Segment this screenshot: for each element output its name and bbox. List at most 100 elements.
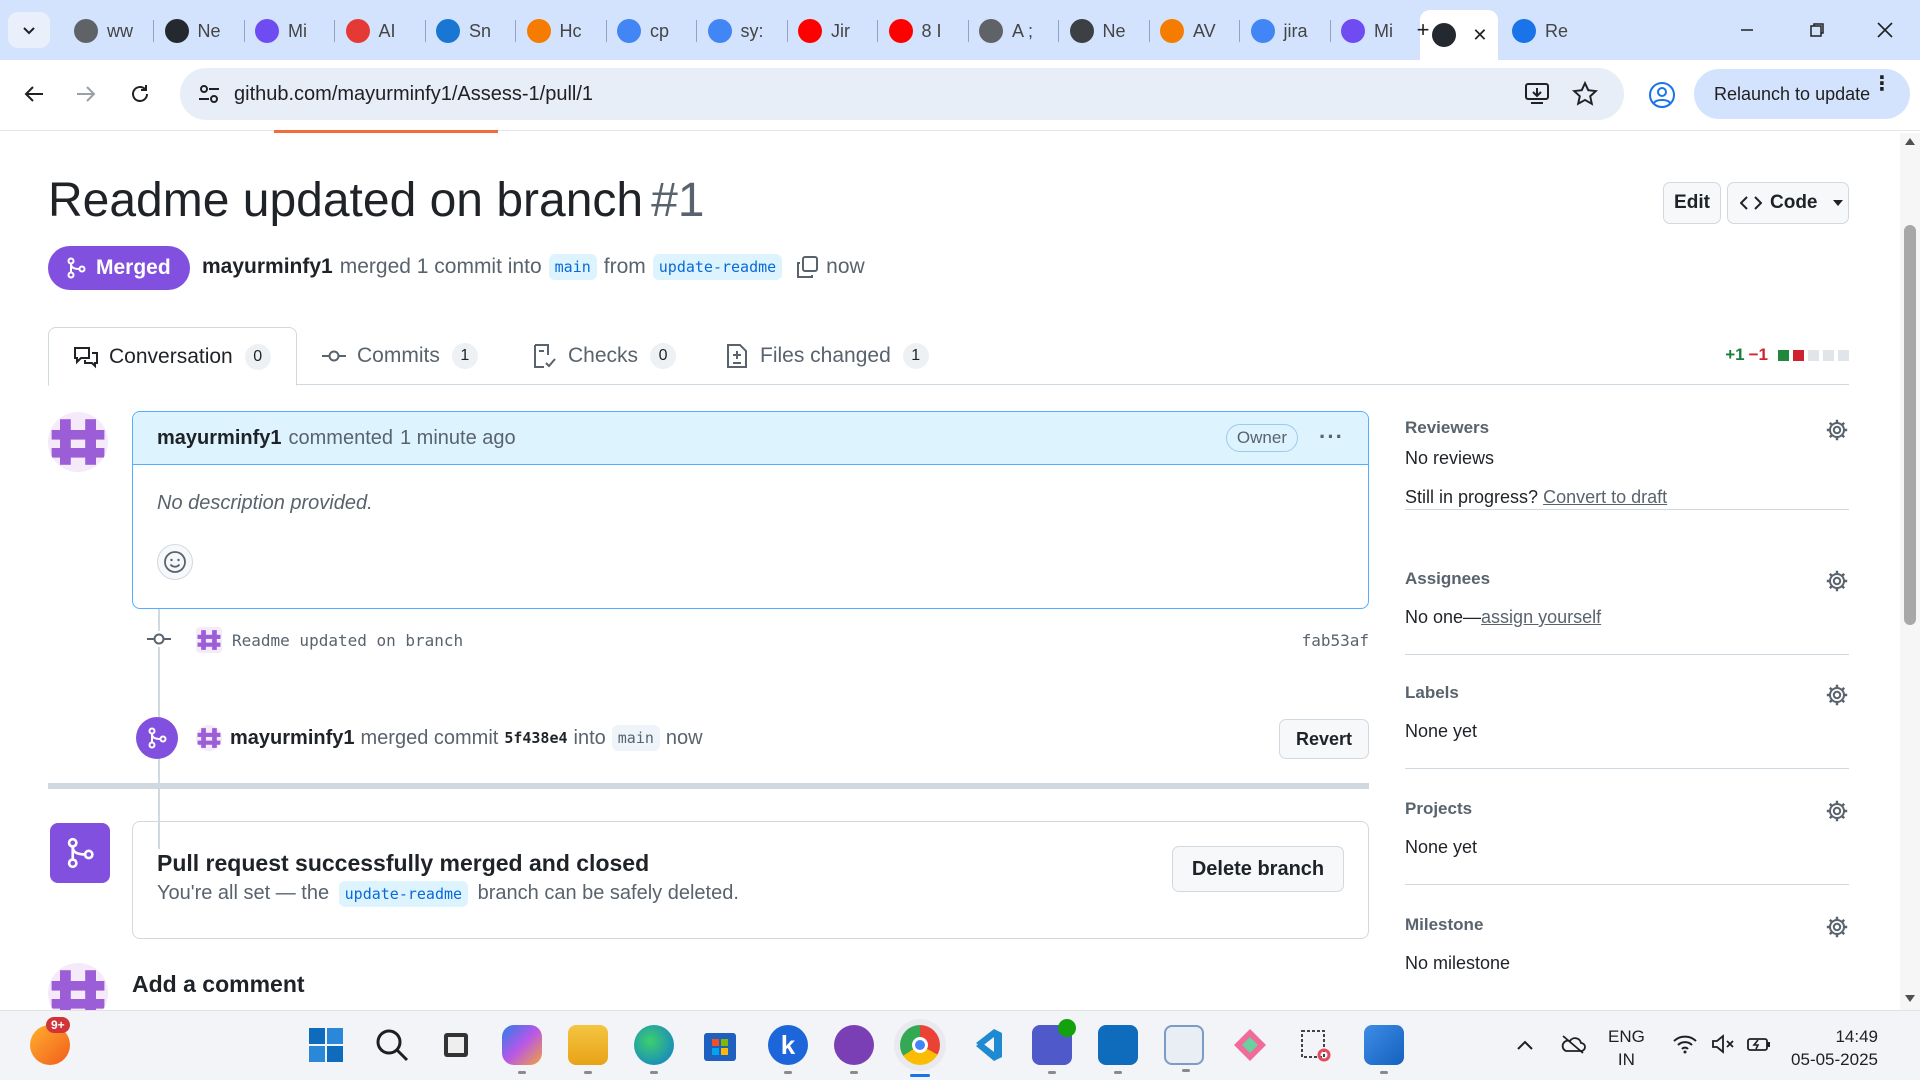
teams-icon[interactable] (1032, 1019, 1076, 1074)
input-language-indicator[interactable]: ENG IN (1608, 1025, 1645, 1071)
commit-sha-link[interactable]: fab53af (1302, 631, 1369, 650)
tab-conversation[interactable]: Conversation 0 (48, 327, 297, 386)
copy-icon[interactable] (795, 255, 819, 279)
url-text[interactable]: github.com/mayurminfy1/Assess-1/pull/1 (234, 83, 593, 106)
revert-button[interactable]: Revert (1279, 719, 1369, 759)
page-scrollbar[interactable] (1900, 133, 1920, 1010)
gear-icon[interactable] (1825, 683, 1849, 707)
commit-message-link[interactable]: Readme updated on branch (232, 631, 463, 650)
kebab-horizontal-icon[interactable]: ··· (1319, 424, 1344, 450)
tab-files-changed[interactable]: Files changed 1 (726, 327, 929, 385)
merged-head-branch[interactable]: update-readme (338, 881, 469, 907)
scroll-up-arrow-icon[interactable] (1905, 137, 1915, 145)
windows-start-icon[interactable] (306, 1025, 346, 1065)
head-branch-label[interactable]: update-readme (652, 254, 783, 280)
reload-button[interactable] (120, 74, 160, 114)
delete-branch-button[interactable]: Delete branch (1172, 846, 1344, 892)
chevron-up-icon[interactable] (1516, 1039, 1534, 1051)
milestone-title: Milestone (1405, 915, 1484, 934)
onedrive-offline-icon[interactable] (1560, 1033, 1586, 1055)
avatar[interactable] (48, 412, 108, 472)
close-tab-icon[interactable]: ✕ (1472, 25, 1487, 46)
running-indicator (784, 1071, 792, 1074)
forward-button[interactable] (66, 74, 106, 114)
minimize-button[interactable] (1724, 12, 1770, 48)
browser-tab[interactable]: A ; (967, 10, 1059, 52)
avatar[interactable] (196, 627, 222, 653)
install-app-icon[interactable] (1524, 82, 1550, 106)
browser-tab[interactable]: AV (1148, 10, 1240, 52)
merge-commit-sha-link[interactable]: 5f438e4 (504, 729, 567, 747)
browser-tab[interactable]: Mi (243, 10, 335, 52)
gear-icon[interactable] (1825, 418, 1849, 442)
base-branch-label[interactable]: main (548, 254, 597, 280)
browser-tab[interactable]: ww (62, 10, 154, 52)
assign-yourself-link[interactable]: assign yourself (1481, 607, 1601, 627)
copilot-icon[interactable] (502, 1025, 542, 1074)
gear-icon[interactable] (1825, 915, 1849, 939)
browser-tab[interactable]: AI (334, 10, 426, 52)
site-info-icon[interactable] (198, 84, 220, 104)
tab-favicon-icon (345, 19, 370, 43)
browser-tab[interactable]: Sn (424, 10, 516, 52)
diamond-app-icon[interactable] (1230, 1025, 1270, 1065)
gear-icon[interactable] (1825, 569, 1849, 593)
merge-author-link[interactable]: mayurminfy1 (230, 727, 355, 750)
scrollbar-thumb[interactable] (1904, 225, 1916, 625)
comment-author[interactable]: mayurminfy1 (157, 427, 282, 450)
chrome-browser-icon[interactable] (900, 1025, 940, 1077)
k-app-icon[interactable]: k (768, 1025, 808, 1074)
code-label: Code (1770, 192, 1818, 213)
task-view-icon[interactable] (436, 1025, 476, 1065)
tab-search-button[interactable] (8, 12, 50, 48)
browser-tab[interactable]: Re (1500, 10, 1592, 52)
running-indicator (1380, 1071, 1388, 1074)
edit-title-button[interactable]: Edit (1663, 182, 1721, 224)
search-icon[interactable] (372, 1025, 412, 1065)
browser-tab[interactable]: jira (1239, 10, 1331, 52)
browser-tab[interactable]: Ne (153, 10, 245, 52)
new-tab-button[interactable]: + (1400, 12, 1446, 48)
file-explorer-icon[interactable] (568, 1025, 608, 1074)
address-bar[interactable]: github.com/mayurminfy1/Assess-1/pull/1 (180, 68, 1624, 120)
outlook-icon[interactable] (1098, 1025, 1138, 1074)
browser-tab[interactable]: Jir (786, 10, 878, 52)
comment-time[interactable]: 1 minute ago (400, 427, 516, 450)
restore-button[interactable] (1794, 12, 1840, 48)
browser-tab[interactable]: Ne (1058, 10, 1150, 52)
labels-title: Labels (1405, 683, 1459, 702)
scroll-down-arrow-icon[interactable] (1905, 995, 1915, 1003)
browser-tab[interactable]: Hc (515, 10, 607, 52)
merge-branch-label[interactable]: main (611, 725, 660, 751)
vscode-icon[interactable] (966, 1025, 1006, 1065)
diffstat[interactable]: +1 −1 (1725, 345, 1849, 365)
close-window-button[interactable] (1862, 12, 1908, 48)
tab-checks[interactable]: Checks 0 (532, 327, 677, 385)
widgets-weather-icon[interactable]: 9+ (30, 1017, 70, 1065)
github-desktop-icon[interactable] (834, 1025, 874, 1074)
pr-author-link[interactable]: mayurminfy1 (202, 255, 333, 279)
edge-browser-icon[interactable] (634, 1025, 674, 1074)
avatar[interactable] (196, 725, 222, 751)
browser-tab[interactable]: sy: (696, 10, 788, 52)
wifi-icon[interactable] (1672, 1033, 1698, 1055)
profile-icon[interactable] (1648, 81, 1676, 109)
microsoft-store-icon[interactable] (700, 1025, 740, 1065)
relaunch-to-update-button[interactable]: Relaunch to update ⋮ (1694, 69, 1910, 119)
browser-tab[interactable]: 8 I (877, 10, 969, 52)
merged-status-box: Pull request successfully merged and clo… (132, 821, 1369, 939)
avatar[interactable] (48, 963, 108, 1010)
gear-icon[interactable] (1825, 799, 1849, 823)
convert-to-draft-link[interactable]: Convert to draft (1543, 487, 1667, 507)
snipping-tool-icon[interactable] (1296, 1025, 1336, 1065)
system-clock[interactable]: 14:49 05-05-2025 (1768, 1025, 1878, 1071)
bookmark-star-icon[interactable] (1572, 81, 1598, 107)
tab-commits[interactable]: Commits 1 (321, 327, 478, 385)
document-app-icon[interactable] (1164, 1025, 1204, 1072)
back-button[interactable] (14, 74, 54, 114)
code-dropdown-button[interactable]: Code (1727, 182, 1849, 224)
speaker-muted-icon[interactable] (1710, 1033, 1736, 1055)
photos-app-icon[interactable] (1364, 1025, 1404, 1074)
add-reaction-button[interactable] (157, 544, 193, 580)
browser-tab[interactable]: cp (605, 10, 697, 52)
